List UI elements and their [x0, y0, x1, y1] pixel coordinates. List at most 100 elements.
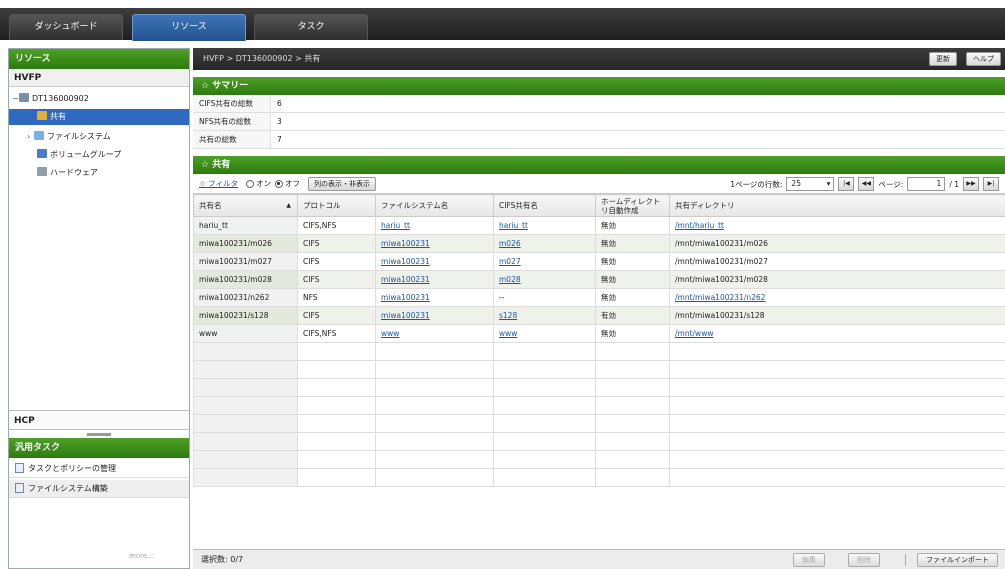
column-toggle-button[interactable]: 列の表示・非表示 [307, 176, 376, 191]
share-dir-cell: /mnt/miwa100231/m026 [669, 234, 1005, 253]
first-page-icon[interactable]: |◀ [838, 177, 855, 191]
filesystem-cell-link[interactable]: miwa100231 [381, 311, 430, 320]
import-button[interactable]: ファイルインポート [917, 553, 998, 567]
expand-icon[interactable]: › [27, 129, 34, 145]
delete-button[interactable]: 削除 [848, 553, 880, 567]
more-tasks-link[interactable]: more... [129, 552, 154, 560]
filesystem-cell-link[interactable]: hariu_tt [381, 221, 410, 230]
protocol-cell [297, 342, 376, 361]
tree-node-volume-groups[interactable]: ボリュームグループ [37, 147, 121, 163]
share-name-cell: hariu_tt [193, 216, 298, 235]
tree-node-shares-label: 共有 [50, 112, 66, 121]
table-row[interactable]: miwa100231/n262 NFS miwa100231 -- 無効/mnt/miw… [193, 288, 1005, 307]
filter-link[interactable]: ☆ フィルタ [199, 178, 238, 189]
protocol-cell [297, 450, 376, 469]
col-filesystem[interactable]: ファイルシステム名 [375, 194, 494, 217]
cifs-share-cell-link[interactable]: hariu_tt [499, 221, 528, 230]
home-dir-cell [595, 468, 670, 487]
cifs-share-cell-link[interactable]: www [499, 329, 517, 338]
tree-node-hardware[interactable]: ハードウェア [37, 165, 98, 181]
home-dir-cell: 無効 [595, 234, 670, 253]
filesystem-cell: hariu_tt [375, 216, 494, 235]
task-create-filesystem[interactable]: ファイルシステム構築 [9, 480, 189, 498]
cifs-share-cell [493, 396, 596, 415]
tab-tasks[interactable]: タスク [254, 14, 368, 40]
cifs-share-cell [493, 414, 596, 433]
cifs-share-cell-link[interactable]: s128 [499, 311, 517, 320]
cifs-share-cell-link[interactable]: m028 [499, 275, 521, 284]
share-dir-cell-link[interactable]: /mnt/miwa100231/n262 [675, 293, 765, 302]
filesystem-cell [375, 468, 494, 487]
filesystem-cell [375, 378, 494, 397]
col-home-dir[interactable]: ホームディレクト リ自動作成 [595, 194, 670, 217]
hvfp-section-header[interactable]: HVFP [9, 69, 189, 87]
filesystem-cell-link[interactable]: miwa100231 [381, 293, 430, 302]
collapse-icon[interactable]: − [12, 91, 19, 107]
filesystem-icon [34, 131, 44, 140]
table-row[interactable]: miwa100231/m028 CIFS miwa100231 m028 無効/mnt/… [193, 270, 1005, 289]
table-row[interactable]: miwa100231/s128 CIFS miwa100231 s128 有効/mnt/… [193, 306, 1005, 325]
cifs-share-cell: m026 [493, 234, 596, 253]
filter-on-radio[interactable] [245, 179, 254, 188]
help-button[interactable]: ヘルプ [966, 52, 1001, 66]
refresh-button[interactable]: 更新 [929, 52, 957, 66]
general-tasks-title: 汎用タスク [9, 438, 189, 458]
col-cifs-share[interactable]: CIFS共有名 [493, 194, 596, 217]
breadcrumb[interactable]: HVFP > DT136000902 > 共有 [203, 54, 320, 63]
col-share-dir[interactable]: 共有ディレクトリ [669, 194, 1005, 217]
prev-page-icon[interactable]: ◀◀ [858, 177, 875, 191]
summary-value: 7 [277, 135, 282, 144]
cifs-share-cell [493, 468, 596, 487]
cifs-share-cell: m027 [493, 252, 596, 271]
share-dir-cell [669, 468, 1005, 487]
col-share-name[interactable]: 共有名 ▲ [193, 194, 298, 217]
home-dir-cell: 有効 [595, 306, 670, 325]
filesystem-cell-link[interactable]: miwa100231 [381, 275, 430, 284]
filesystem-cell-link[interactable]: www [381, 329, 399, 338]
tree-node-host[interactable]: − DT136000902 [12, 91, 89, 107]
share-name-cell [193, 378, 298, 397]
hcp-section-header[interactable]: HCP [9, 410, 189, 430]
tree-node-filesystems[interactable]: › ファイルシステム [27, 129, 111, 145]
share-dir-cell-link[interactable]: /mnt/www [675, 329, 713, 338]
resources-panel-title: リソース [9, 49, 189, 69]
next-page-icon[interactable]: ▶▶ [963, 177, 979, 191]
share-icon [37, 111, 47, 120]
filesystem-cell [375, 432, 494, 451]
edit-button[interactable]: 編集 [793, 553, 825, 567]
summary-key: NFS共有の総数 [193, 113, 271, 130]
tree-node-host-label: DT136000902 [32, 94, 89, 103]
share-dir-cell-link[interactable]: /mnt/hariu_tt [675, 221, 724, 230]
col-protocol[interactable]: プロトコル [297, 194, 376, 217]
filesystem-cell-link[interactable]: miwa100231 [381, 239, 430, 248]
cifs-share-cell [493, 342, 596, 361]
table-row[interactable]: www CIFS,NFS www www 無効/mnt/www [193, 324, 1005, 343]
share-dir-cell: /mnt/hariu_tt [669, 216, 1005, 235]
table-row[interactable]: miwa100231/m026 CIFS miwa100231 m026 無効/mnt/… [193, 234, 1005, 253]
table-row[interactable]: hariu_tt CIFS,NFS hariu_tt hariu_tt 無効/mnt/h… [193, 216, 1005, 235]
sort-asc-icon[interactable]: ▲ [286, 201, 291, 210]
tree-node-shares[interactable]: 共有 [9, 109, 189, 125]
last-page-icon[interactable]: ▶| [983, 177, 999, 191]
filter-on-label: オン [255, 179, 271, 188]
rows-per-page-select[interactable]: 25 [786, 177, 835, 191]
tab-resources[interactable]: リソース [132, 14, 246, 41]
shares-section-header[interactable]: ☆ 共有 [193, 156, 1005, 174]
home-dir-cell [595, 450, 670, 469]
table-row[interactable]: miwa100231/m027 CIFS miwa100231 m027 無効/mnt/… [193, 252, 1005, 271]
main-content: HVFP > DT136000902 > 共有 更新 ヘルプ ☆ サマリー CI… [193, 48, 1005, 569]
filesystem-cell-link[interactable]: miwa100231 [381, 257, 430, 266]
filter-off-radio[interactable] [274, 179, 283, 188]
task-label: タスクとポリシーの管理 [28, 464, 116, 473]
task-manage-tasks-policies[interactable]: タスクとポリシーの管理 [9, 460, 189, 478]
summary-section-header[interactable]: ☆ サマリー [193, 77, 1005, 95]
tab-dashboard[interactable]: ダッシュボード [9, 14, 123, 40]
task-label: ファイルシステム構築 [28, 484, 108, 493]
share-dir-cell: /mnt/miwa100231/s128 [669, 306, 1005, 325]
panel-splitter-handle[interactable] [87, 433, 111, 436]
share-name-cell: www [193, 324, 298, 343]
cifs-share-cell-link[interactable]: m027 [499, 257, 521, 266]
page-input[interactable]: 1 [907, 177, 946, 191]
home-dir-cell [595, 342, 670, 361]
cifs-share-cell-link[interactable]: m026 [499, 239, 521, 248]
